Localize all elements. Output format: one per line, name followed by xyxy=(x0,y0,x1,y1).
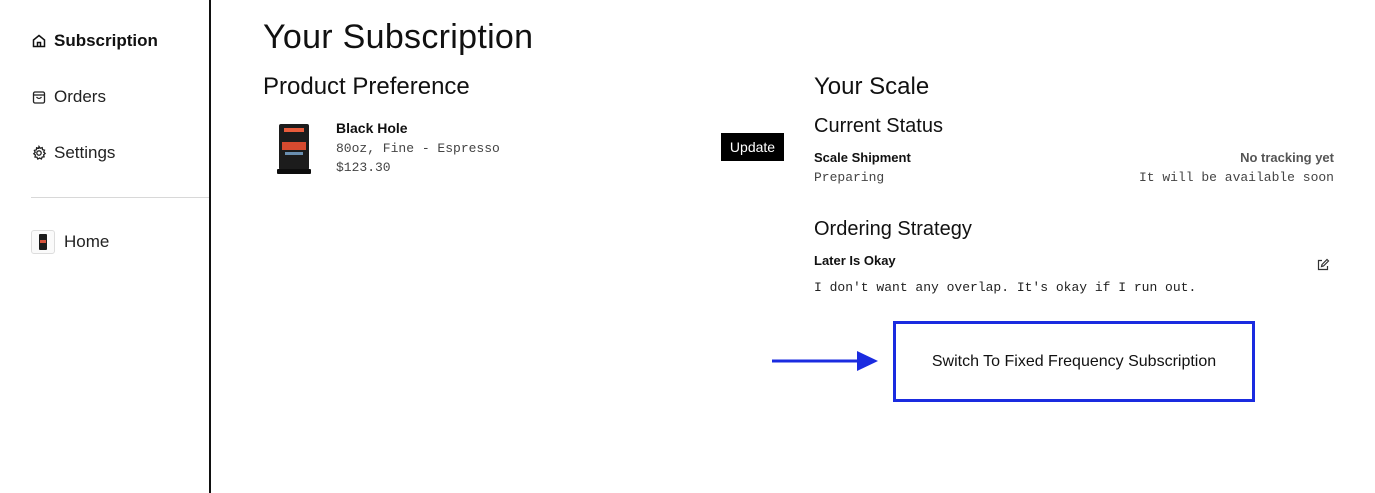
edit-strategy-button[interactable] xyxy=(1316,258,1330,272)
sidebar-item-home[interactable]: Home xyxy=(31,230,109,254)
gear-icon xyxy=(32,145,47,161)
your-scale-title: Your Scale xyxy=(814,73,930,100)
product-thumbnail-icon xyxy=(31,230,55,254)
home-icon xyxy=(32,34,46,48)
sidebar-item-label: Subscription xyxy=(54,31,158,50)
ordering-strategy-title: Ordering Strategy xyxy=(814,218,972,240)
product-description: 80oz, Fine - Espresso xyxy=(336,141,500,156)
scale-shipment-label: Scale Shipment xyxy=(814,150,911,165)
update-button[interactable]: Update xyxy=(721,133,784,161)
page-title: Your Subscription xyxy=(263,18,534,56)
bag-icon xyxy=(32,91,46,104)
strategy-description: I don't want any overlap. It's okay if I… xyxy=(814,280,1197,295)
arrow-right-icon xyxy=(772,351,878,371)
product-price: $123.30 xyxy=(336,160,391,175)
edit-icon xyxy=(1317,258,1330,271)
product-preference-title: Product Preference xyxy=(263,73,470,100)
coffee-bag-image xyxy=(277,124,311,174)
sidebar: Subscription Orders Settings Home xyxy=(0,0,211,493)
strategy-name: Later Is Okay xyxy=(814,253,896,268)
sidebar-divider xyxy=(31,197,209,198)
sidebar-item-label: Settings xyxy=(54,143,116,162)
tracking-note: It will be available soon xyxy=(1138,170,1334,185)
sidebar-item-orders[interactable]: Orders xyxy=(31,87,106,107)
sidebar-item-label: Orders xyxy=(54,87,106,106)
scale-shipment-state: Preparing xyxy=(814,170,885,185)
switch-to-fixed-frequency-button[interactable]: Switch To Fixed Frequency Subscription xyxy=(893,321,1255,402)
current-status-title: Current Status xyxy=(814,115,943,137)
sidebar-item-settings[interactable]: Settings xyxy=(31,143,115,163)
product-name: Black Hole xyxy=(336,120,408,136)
sidebar-item-label: Home xyxy=(64,232,110,251)
tracking-status: No tracking yet xyxy=(1240,150,1334,165)
sidebar-item-subscription[interactable]: Subscription xyxy=(31,31,158,51)
